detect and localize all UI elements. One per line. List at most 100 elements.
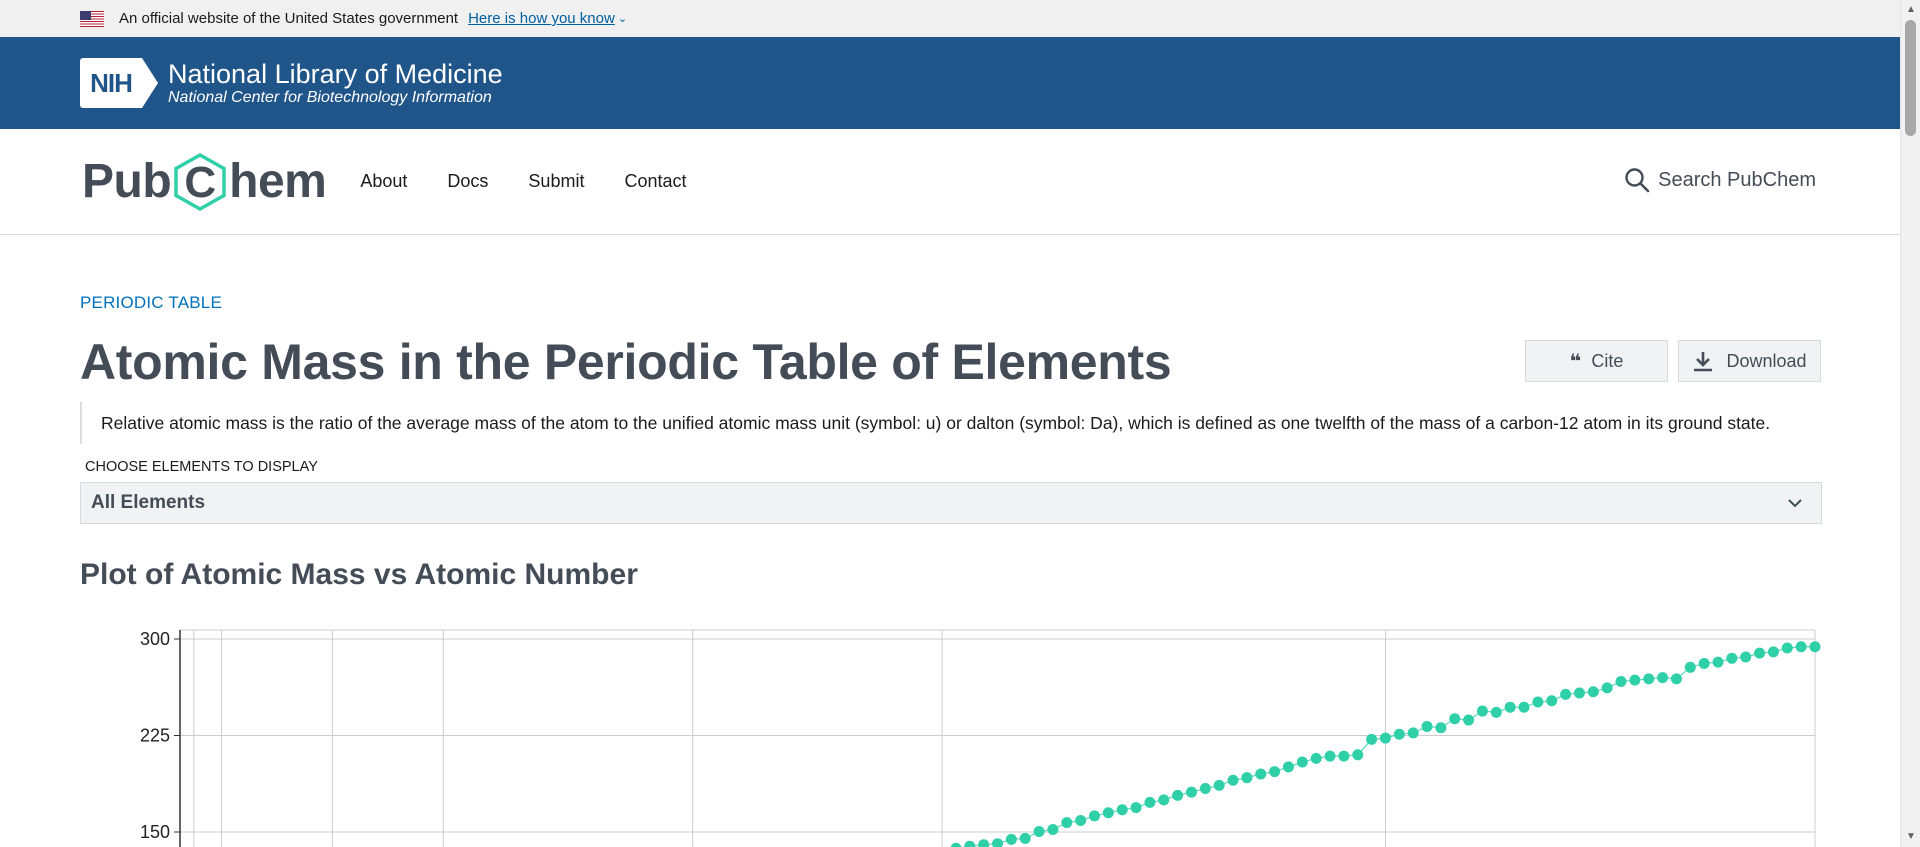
chevron-down-icon[interactable]: ⌄ [618, 12, 627, 25]
data-point [1172, 789, 1184, 801]
data-point [1670, 673, 1682, 685]
page: An official website of the United States… [0, 0, 1900, 847]
cite-button[interactable]: ❝ Cite [1525, 340, 1668, 382]
data-point [1435, 722, 1447, 734]
gov-banner: An official website of the United States… [0, 0, 1900, 37]
data-point [1407, 727, 1419, 739]
data-point [1767, 646, 1779, 658]
data-point [1684, 661, 1696, 673]
search-pubchem-label: Search PubChem [1658, 168, 1816, 191]
nav-about[interactable]: About [360, 171, 407, 192]
data-point [1740, 651, 1752, 663]
pubchem-logo-hem: hem [229, 155, 327, 208]
pubchem-logo[interactable]: Pub C hem [82, 152, 327, 212]
data-point [1573, 687, 1585, 699]
data-point [1255, 768, 1267, 780]
data-point [1809, 641, 1821, 653]
search-icon [1625, 168, 1650, 193]
data-point [1504, 701, 1516, 713]
data-point [1310, 752, 1322, 764]
atomic-mass-scatter-chart: 300 225 150 [140, 629, 1821, 847]
here-is-how-you-know-link[interactable]: Here is how you know [468, 10, 615, 27]
pubchem-logo-pub: Pub [82, 155, 172, 208]
data-point [1463, 714, 1475, 726]
download-button[interactable]: Download [1678, 340, 1821, 382]
quote-icon: ❝ [1569, 350, 1582, 373]
nih-logo[interactable]: NIH [80, 58, 158, 108]
download-icon [1694, 352, 1713, 372]
data-point [1269, 766, 1281, 778]
page-title: Atomic Mass in the Periodic Table of Ele… [80, 334, 1172, 390]
download-label: Download [1726, 350, 1807, 371]
data-point [1338, 750, 1350, 762]
data-point [1449, 713, 1461, 725]
data-point [1560, 688, 1572, 700]
pubchem-nav: Pub C hem About Docs Submit Contact Sear… [0, 129, 1900, 235]
data-point [992, 838, 1003, 847]
data-point [1158, 794, 1170, 806]
search-pubchem-button[interactable]: Search PubChem [1624, 167, 1816, 193]
nih-arrow-icon [142, 58, 158, 108]
us-flag-icon [80, 10, 104, 27]
data-point [1185, 786, 1197, 798]
breadcrumb-periodic-table[interactable]: PERIODIC TABLE [80, 293, 222, 313]
vertical-scrollbar[interactable]: ▲ ▼ [1900, 0, 1920, 847]
y-tick-label: 150 [140, 822, 170, 842]
data-point [1033, 826, 1045, 838]
data-point [1726, 652, 1738, 664]
elements-select[interactable]: All Elements [80, 482, 1822, 524]
data-point [1546, 695, 1558, 707]
data-point [1213, 779, 1225, 791]
y-tick-label: 300 [140, 629, 170, 649]
data-point [1005, 833, 1017, 845]
nlm-header: NIH National Library of Medicine Nationa… [0, 37, 1900, 129]
nlm-title[interactable]: National Library of Medicine [168, 59, 503, 89]
data-point [1019, 832, 1031, 844]
data-point [1379, 732, 1391, 744]
scroll-up-arrow-icon[interactable]: ▲ [1901, 2, 1920, 18]
data-point [950, 842, 962, 847]
nav-submit[interactable]: Submit [528, 171, 584, 192]
data-point [1102, 807, 1114, 819]
cite-label: Cite [1591, 350, 1624, 371]
y-tick-label: 225 [140, 726, 170, 746]
data-point [1075, 815, 1087, 827]
scrollbar-thumb[interactable] [1905, 20, 1916, 136]
data-point [1296, 756, 1308, 768]
plot-title: Plot of Atomic Mass vs Atomic Number [80, 558, 638, 591]
nih-logo-text: NIH [80, 58, 142, 108]
data-point [1795, 641, 1807, 653]
data-point [964, 840, 976, 847]
scroll-down-arrow-icon[interactable]: ▼ [1901, 829, 1920, 845]
nav-docs[interactable]: Docs [447, 171, 488, 192]
data-point [1532, 696, 1544, 708]
data-point [1199, 782, 1211, 794]
nav-contact[interactable]: Contact [624, 171, 686, 192]
data-point [1601, 682, 1613, 694]
data-point [1781, 642, 1793, 654]
data-point [1116, 804, 1128, 816]
data-point [1657, 672, 1669, 684]
description-text: Relative atomic mass is the ratio of the… [101, 412, 1771, 433]
data-point [1282, 761, 1294, 773]
data-point [1698, 657, 1710, 669]
data-point [1144, 796, 1156, 808]
gov-banner-text: An official website of the United States… [119, 10, 459, 27]
data-point [1490, 706, 1502, 718]
data-point [1061, 817, 1073, 829]
data-point [1047, 823, 1059, 835]
pubchem-logo-c: C [185, 158, 216, 207]
data-point [1615, 675, 1627, 687]
description: Relative atomic mass is the ratio of the… [80, 402, 1822, 444]
data-point [1366, 733, 1378, 745]
elements-select-value: All Elements [91, 492, 206, 513]
data-point [1352, 749, 1364, 761]
data-point [1518, 701, 1530, 713]
data-point [1227, 774, 1239, 786]
data-point [1421, 720, 1433, 732]
nlm-subtitle: National Center for Biotechnology Inform… [168, 89, 492, 106]
data-point [1754, 647, 1766, 659]
data-point [1712, 656, 1724, 668]
chevron-down-icon [1788, 499, 1802, 508]
data-point [1393, 728, 1405, 740]
